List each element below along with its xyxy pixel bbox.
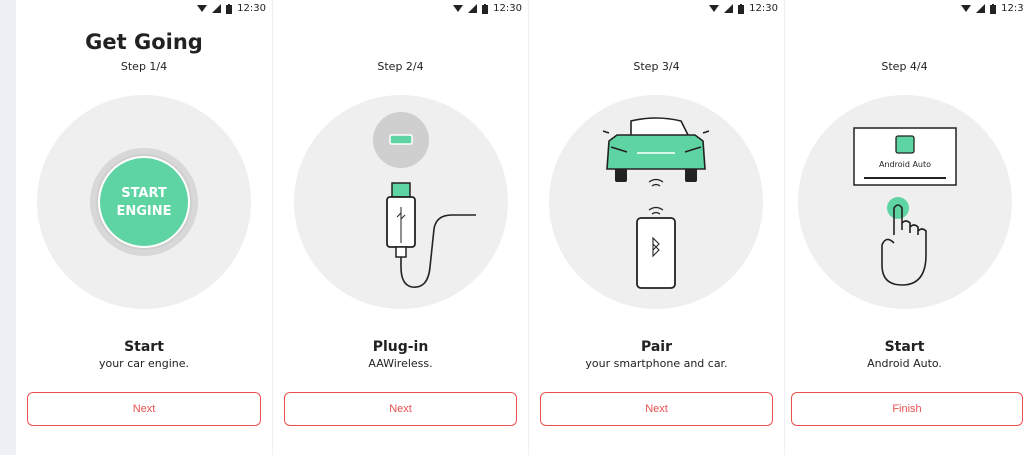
status-bar: 12:30 <box>16 0 272 18</box>
status-bar: 12:30 <box>529 0 784 18</box>
status-time: 12:30 <box>749 3 778 14</box>
next-button[interactable]: Next <box>540 392 773 426</box>
signal-icon <box>976 4 986 13</box>
step-subtitle: AAWireless. <box>368 357 433 370</box>
battery-icon <box>482 3 489 14</box>
step-indicator: Step 4/4 <box>881 60 928 73</box>
status-time: 12:30 <box>237 3 266 14</box>
status-bar: 12:30 <box>785 0 1024 18</box>
status-time: 12:30 <box>493 3 522 14</box>
battery-icon <box>990 3 997 14</box>
screen-step-3: 12:30 Step 3/4 Pair your smartphone and … <box>529 0 784 455</box>
screen-step-4: 12:30 Step 4/4 Android Auto Start Androi… <box>785 0 1024 455</box>
car-icon <box>602 117 710 182</box>
illustration-android-auto: Android Auto <box>798 95 1012 309</box>
step-heading: Start <box>124 339 164 355</box>
step-indicator: Step 3/4 <box>633 60 680 73</box>
screen-step-1: 12:30 Get Going Step 1/4 START ENGINE St… <box>16 0 272 455</box>
wifi-icon <box>961 5 972 12</box>
signal-icon <box>212 4 222 13</box>
start-engine-text-line1: START <box>121 186 167 201</box>
wifi-icon <box>197 5 208 12</box>
next-button[interactable]: Next <box>284 392 517 426</box>
step-indicator: Step 1/4 <box>120 60 168 73</box>
car-phone-pairing-illustration <box>602 117 710 289</box>
page-title: Get Going <box>85 30 203 54</box>
step-heading: Pair <box>640 339 673 355</box>
step-subtitle: your smartphone and car. <box>585 357 728 370</box>
signal-icon <box>724 4 734 13</box>
android-auto-label: Android Auto <box>879 160 931 169</box>
screen-step-2: 12:30 Step 2/4 Plug-in AAWireless. Next <box>273 0 528 455</box>
car-display-icon: Android Auto <box>853 127 957 186</box>
status-time: 12:30 <box>1001 3 1024 14</box>
step-heading: Start <box>884 339 925 355</box>
onboarding-carousel: 12:30 Get Going Step 1/4 START ENGINE St… <box>0 0 1024 455</box>
illustration-pair <box>549 95 763 309</box>
step-subtitle: Android Auto. <box>867 357 942 370</box>
usb-plug-illustration <box>373 112 476 288</box>
status-bar: 12:30 <box>273 0 528 18</box>
next-button[interactable]: Next <box>27 392 261 426</box>
start-engine-text-line2: ENGINE <box>116 204 171 219</box>
step-subtitle: your car engine. <box>98 357 190 370</box>
android-auto-touch-illustration: Android Auto <box>853 127 957 286</box>
battery-icon <box>226 3 233 14</box>
step-heading: Plug-in <box>372 339 429 355</box>
signal-icon <box>468 4 478 13</box>
illustration-start-engine: START ENGINE <box>37 95 251 309</box>
battery-icon <box>738 3 745 14</box>
start-engine-button-illustration: START ENGINE <box>90 148 198 256</box>
smartphone-icon <box>636 217 676 289</box>
wifi-icon <box>709 5 720 12</box>
step-indicator: Step 2/4 <box>377 60 424 73</box>
wifi-icon <box>453 5 464 12</box>
illustration-plug-in <box>294 95 508 309</box>
finish-button[interactable]: Finish <box>791 392 1023 426</box>
